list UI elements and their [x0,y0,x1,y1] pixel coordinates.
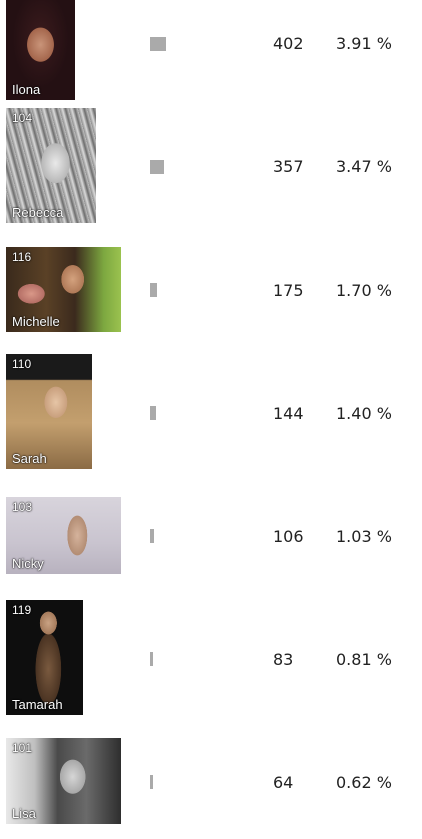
vote-count: 402 [273,34,304,53]
contestant-number: 116 [12,250,32,264]
contestant-number: 103 [12,500,33,514]
contestant-photo[interactable]: 104 Rebecca [6,108,96,223]
vote-share-bar [150,775,153,789]
vote-count: 106 [273,527,304,546]
contestant-name: Nicky [12,556,44,571]
result-row: 116 Michelle 175 1.70 % [0,224,422,347]
result-row: 110 Sarah 144 1.40 % [0,347,422,470]
vote-percent: 0.62 % [336,773,392,792]
vote-share-bar [150,37,166,51]
vote-count: 83 [273,650,294,669]
vote-share-bar [150,283,157,297]
contestant-number: 101 [12,741,33,755]
contestant-name: Rebecca [12,205,64,220]
result-row: 111 Ilona 402 3.91 % [0,0,422,100]
vote-percent: 1.03 % [336,527,392,546]
vote-share-bar [150,529,154,543]
vote-percent: 1.70 % [336,281,392,300]
vote-share-bar [150,160,164,174]
contestant-photo[interactable]: 103 Nicky [6,497,121,574]
result-row: 119 Tamarah 83 0.81 % [0,593,422,716]
result-row: 104 Rebecca 357 3.47 % [0,100,422,223]
contestant-number: 119 [12,603,32,617]
vote-count: 144 [273,404,304,423]
vote-count: 64 [273,773,294,792]
contestant-name: Lisa [12,806,36,821]
contestant-number: 110 [12,357,32,371]
vote-percent: 3.47 % [336,157,392,176]
vote-count: 175 [273,281,304,300]
result-row: 103 Nicky 106 1.03 % [0,470,422,593]
vote-count: 357 [273,157,304,176]
contestant-photo[interactable]: 116 Michelle [6,247,121,332]
result-row: 101 Lisa 64 0.62 % [0,716,422,839]
vote-share-bar [150,406,156,420]
contestant-name: Ilona [12,82,41,97]
contestant-name: Sarah [12,451,47,466]
contestant-photo[interactable]: 111 Ilona [6,0,75,100]
vote-percent: 0.81 % [336,650,392,669]
contestant-photo[interactable]: 119 Tamarah [6,600,83,715]
contestant-name: Michelle [12,314,60,329]
contestant-photo[interactable]: 110 Sarah [6,354,92,469]
contestant-name: Tamarah [12,697,63,712]
vote-percent: 3.91 % [336,34,392,53]
contestant-photo[interactable]: 101 Lisa [6,738,121,824]
vote-share-bar [150,652,153,666]
vote-percent: 1.40 % [336,404,392,423]
contestant-number: 104 [12,111,33,125]
